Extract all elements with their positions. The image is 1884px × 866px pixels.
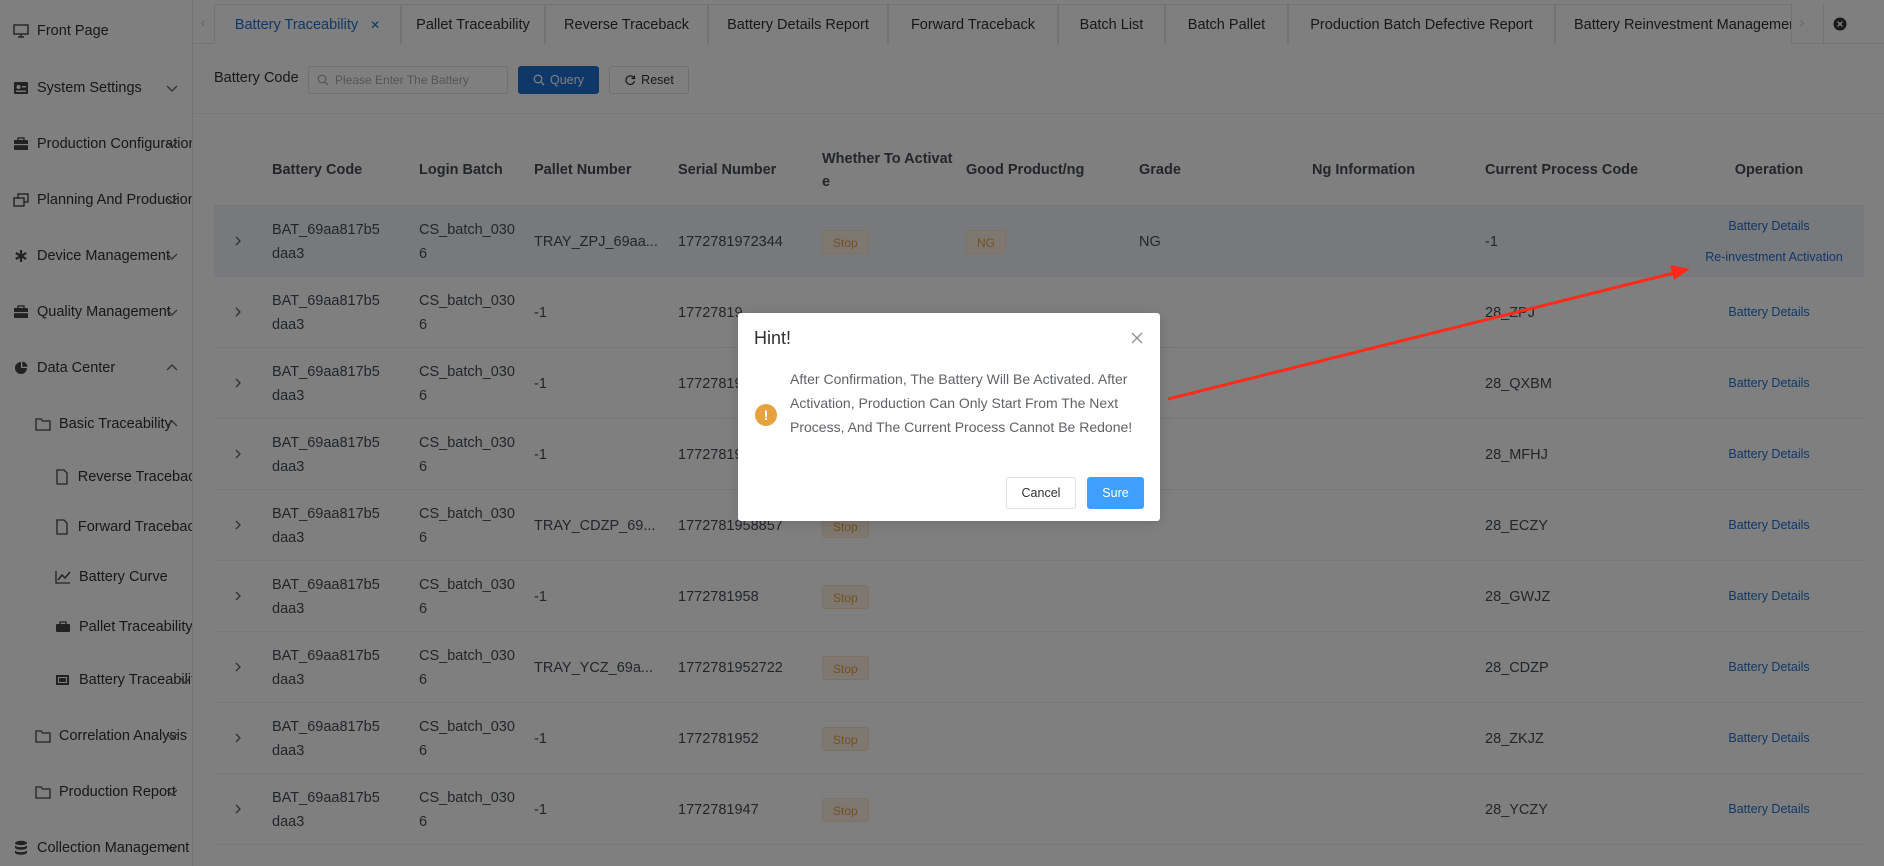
warning-icon: ! [755,404,777,426]
confirm-dialog: Hint! ! After Confirmation, The Battery … [738,313,1160,521]
cancel-button[interactable]: Cancel [1006,477,1076,509]
dialog-title: Hint! [754,328,792,348]
dialog-message: After Confirmation, The Battery Will Be … [790,371,1133,435]
sure-button[interactable]: Sure [1087,477,1144,509]
close-icon[interactable] [1130,331,1144,345]
